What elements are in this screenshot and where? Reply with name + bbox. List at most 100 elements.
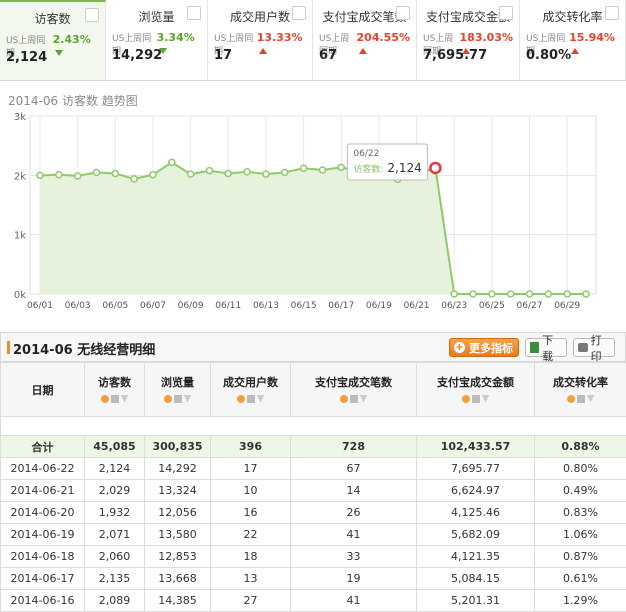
help-icon[interactable] [462,395,470,403]
total-cell: 合计 [1,436,85,458]
detail-table: 日期访客数浏览量成交用户数支付宝成交笔数支付宝成交金额成交转化率 合计45,08… [0,362,626,612]
table-cell: 1.06% [535,524,626,546]
kpi-tab-2[interactable]: 成交用户数US上周同期13.33%17 [208,0,313,80]
kpi-tab-1[interactable]: 浏览量US上周同期3.34%14,292 [106,0,208,80]
total-cell: 45,085 [85,436,145,458]
column-header-label: 成交转化率 [553,376,608,389]
table-cell: 2014-06-19 [1,524,85,546]
checkbox-icon[interactable] [396,6,410,20]
y-tick-label: 3k [14,112,26,123]
table-row: 2014-06-182,06012,85318334,121.350.87% [1,546,626,568]
column-header[interactable]: 访客数 [85,363,145,417]
data-point [188,171,194,177]
table-cell: 0.49% [535,480,626,502]
data-point [225,171,231,177]
column-header[interactable]: 支付宝成交笔数 [291,363,417,417]
table-cell: 7,695.77 [417,458,535,480]
kpi-tab-3[interactable]: 支付宝成交笔数US上周同期204.55%67 [313,0,417,80]
table-row: 2014-06-192,07113,58022415,682.091.06% [1,524,626,546]
column-header[interactable]: 成交转化率 [535,363,626,417]
checkbox-icon[interactable] [187,6,201,20]
x-tick-label: 06/19 [366,301,392,311]
sort-down-icon[interactable] [121,395,129,403]
help-icon[interactable] [237,395,245,403]
table-cell: 0.80% [535,458,626,480]
x-tick-label: 06/15 [291,301,317,311]
sort-down-icon[interactable] [360,395,368,403]
data-point [470,291,476,297]
data-point [37,172,43,178]
data-point [583,291,589,297]
table-cell: 19 [291,568,417,590]
table-cell: 6,624.97 [417,480,535,502]
tooltip-value: 2,124 [387,161,421,175]
table-cell: 14,385 [145,590,211,612]
kpi-tab-5[interactable]: 成交转化率US上周同期15.94%0.80% [520,0,626,80]
table-row: 2014-06-172,13513,66813195,084.150.61% [1,568,626,590]
data-point [169,159,175,165]
x-tick-label: 06/27 [517,301,543,311]
sort-down-icon[interactable] [482,395,490,403]
print-button[interactable]: 打印 [573,338,615,357]
column-header-label: 支付宝成交金额 [437,376,514,389]
table-cell: 2014-06-16 [1,590,85,612]
remove-icon[interactable] [577,395,585,403]
help-icon[interactable] [101,395,109,403]
checkbox-icon[interactable] [499,6,513,20]
column-header[interactable]: 浏览量 [145,363,211,417]
table-cell: 41 [291,524,417,546]
download-button[interactable]: 下载 [525,338,567,357]
x-tick-label: 06/05 [102,301,128,311]
data-point [244,169,250,175]
data-point [206,168,212,174]
remove-icon[interactable] [247,395,255,403]
table-cell: 1,932 [85,502,145,524]
table-cell: 2,029 [85,480,145,502]
sort-down-icon[interactable] [587,395,595,403]
y-tick-label: 1k [14,231,26,242]
kpi-tab-4[interactable]: 支付宝成交金额US上周同期183.03%7,695.77 [417,0,520,80]
tooltip-label: 访客数: [353,163,383,175]
checkbox-icon[interactable] [85,8,99,22]
table-row: 2014-06-162,08914,38527415,201.311.29% [1,590,626,612]
table-total-row: 合计45,085300,835396728102,433.570.88% [1,436,626,458]
plus-icon: + [454,342,465,353]
help-icon[interactable] [567,395,575,403]
kpi-value: 17 [214,48,232,63]
table-cell: 2014-06-21 [1,480,85,502]
column-header[interactable]: 成交用户数 [211,363,291,417]
checkbox-icon[interactable] [292,6,306,20]
table-cell: 4,121.35 [417,546,535,568]
remove-icon[interactable] [111,395,119,403]
kpi-change-value: 13.33% [257,31,303,44]
table-cell: 2014-06-18 [1,546,85,568]
table-cell: 2014-06-17 [1,568,85,590]
remove-icon[interactable] [350,395,358,403]
table-cell: 12,853 [145,546,211,568]
checkbox-icon[interactable] [605,6,619,20]
table-cell: 10 [211,480,291,502]
data-point [545,291,551,297]
help-icon[interactable] [340,395,348,403]
more-metrics-button[interactable]: + 更多指标 [449,338,519,357]
total-cell: 102,433.57 [417,436,535,458]
data-point [301,165,307,171]
table-header-row: 日期访客数浏览量成交用户数支付宝成交笔数支付宝成交金额成交转化率 [1,363,626,417]
remove-icon[interactable] [174,395,182,403]
download-label: 下载 [542,332,562,364]
data-point [131,176,137,182]
remove-icon[interactable] [472,395,480,403]
column-header[interactable]: 支付宝成交金额 [417,363,535,417]
kpi-tab-0[interactable]: 访客数US上周同期2.43%2,124 [0,0,106,80]
sort-down-icon[interactable] [184,395,192,403]
sort-down-icon[interactable] [257,395,265,403]
data-point [112,171,118,177]
data-point [527,291,533,297]
kpi-change: 204.55% [357,31,410,57]
table-cell: 13,324 [145,480,211,502]
column-header-label: 成交用户数 [223,376,278,389]
help-icon[interactable] [164,395,172,403]
chart-svg: 0k1k2k3k06/0106/0306/0506/0706/0906/1106… [0,82,626,322]
x-tick-label: 06/23 [441,301,467,311]
table-cell: 4,125.46 [417,502,535,524]
